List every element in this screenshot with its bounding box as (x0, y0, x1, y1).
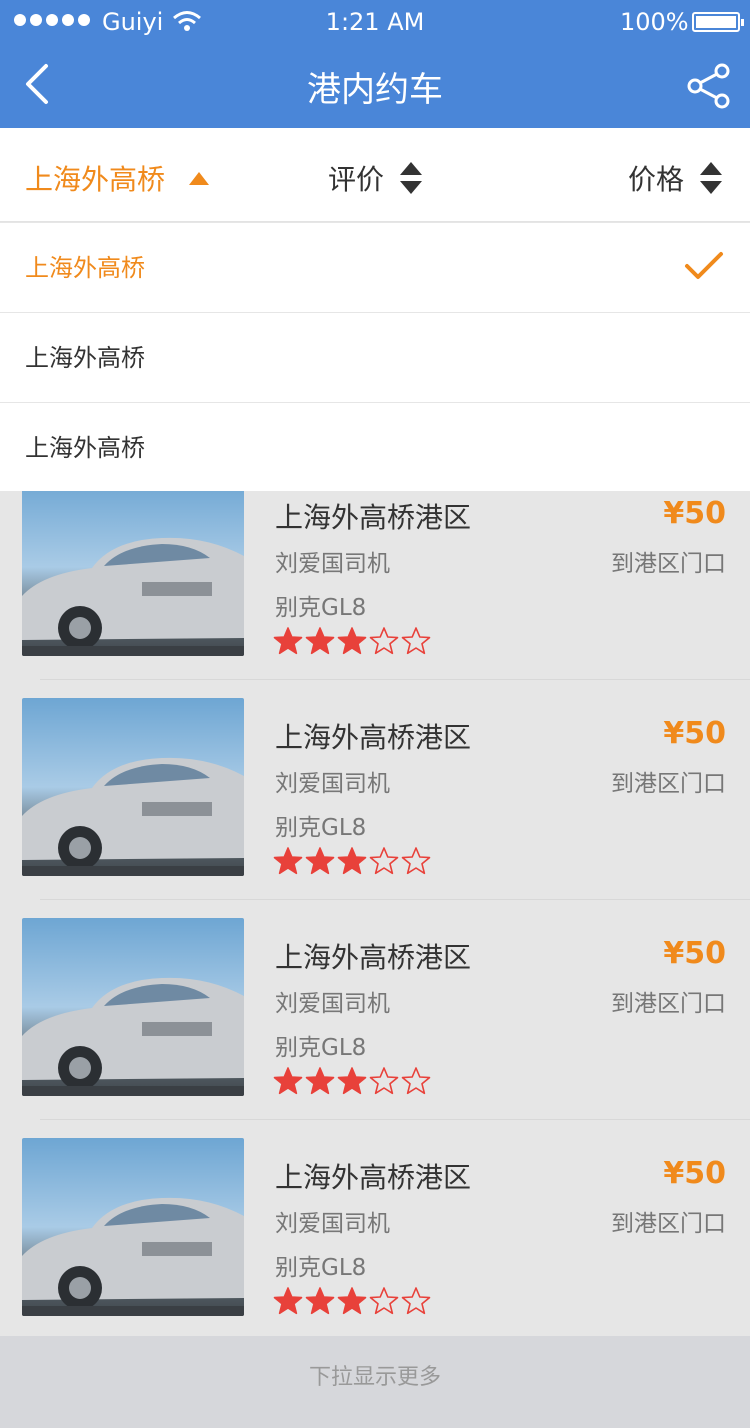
dropdown-option-label: 上海外高桥 (25, 254, 145, 282)
driver-name: 刘爱国司机 (275, 1211, 390, 1237)
star-filled-icon (305, 1287, 335, 1315)
page-title: 港内约车 (307, 70, 443, 110)
list-item[interactable]: 上海外高桥港区 ¥50 刘爱国司机 到港区门口 别克GL8 (0, 680, 750, 900)
load-more-hint: 下拉显示更多 (0, 1336, 750, 1428)
dropdown-option-label: 上海外高桥 (25, 434, 145, 462)
status-bar: Guiyi 1:21 AM 100% (0, 0, 750, 44)
list-item[interactable]: 上海外高桥港区 ¥50 刘爱国司机 到港区门口 别克GL8 (0, 1120, 750, 1336)
car-photo (22, 1138, 244, 1316)
star-filled-icon (305, 847, 335, 875)
filter-rating-label: 评价 (328, 163, 385, 196)
star-filled-icon (305, 627, 335, 655)
route-name: 上海外高桥港区 (275, 941, 472, 974)
battery-icon (692, 12, 744, 32)
filter-rating[interactable]: 评价 (328, 158, 423, 198)
driver-name: 刘爱国司机 (275, 991, 390, 1017)
star-empty-icon (369, 1287, 399, 1315)
share-icon[interactable] (686, 62, 732, 110)
filter-price-label: 价格 (628, 163, 685, 196)
route-name: 上海外高桥港区 (275, 1161, 472, 1194)
car-photo (22, 478, 244, 656)
star-empty-icon (401, 627, 431, 655)
nav-header: Guiyi 1:21 AM 100% 港内约车 (0, 0, 750, 128)
star-filled-icon (305, 1067, 335, 1095)
route-name: 上海外高桥港区 (275, 501, 472, 534)
car-photo (22, 918, 244, 1096)
rating-stars (273, 1066, 431, 1096)
dropdown-option-label: 上海外高桥 (25, 344, 145, 372)
dropdown-option[interactable]: 上海外高桥 (0, 403, 750, 491)
star-empty-icon (401, 1067, 431, 1095)
star-empty-icon (401, 1287, 431, 1315)
rating-stars (273, 846, 431, 876)
sort-icon (400, 162, 423, 194)
list-item[interactable]: 上海外高桥港区 ¥50 刘爱国司机 到港区门口 别克GL8 (0, 900, 750, 1120)
star-filled-icon (273, 1287, 303, 1315)
star-filled-icon (337, 1287, 367, 1315)
sort-icon (700, 162, 723, 194)
list-item[interactable]: 上海外高桥港区 ¥50 刘爱国司机 到港区门口 别克GL8 (0, 460, 750, 680)
car-model: 别克GL8 (275, 1255, 367, 1281)
car-model: 别克GL8 (275, 815, 367, 841)
car-list: 上海外高桥港区 ¥50 刘爱国司机 到港区门口 别克GL8 上海外高桥港区 ¥5… (0, 460, 750, 1336)
location-dropdown: 上海外高桥 上海外高桥 上海外高桥 (0, 223, 750, 491)
rating-stars (273, 626, 431, 656)
price: ¥50 (663, 936, 726, 971)
star-filled-icon (273, 627, 303, 655)
star-filled-icon (337, 627, 367, 655)
car-model: 别克GL8 (275, 595, 367, 621)
dropdown-option[interactable]: 上海外高桥 (0, 313, 750, 403)
filter-location-label: 上海外高桥 (25, 163, 166, 196)
driver-name: 刘爱国司机 (275, 551, 390, 577)
star-empty-icon (369, 627, 399, 655)
destination: 到港区门口 (611, 991, 726, 1017)
star-empty-icon (369, 1067, 399, 1095)
star-filled-icon (273, 1067, 303, 1095)
destination: 到港区门口 (611, 771, 726, 797)
star-filled-icon (337, 847, 367, 875)
rating-stars (273, 1286, 431, 1316)
destination: 到港区门口 (611, 1211, 726, 1237)
filter-bar: 上海外高桥 评价 价格 (0, 128, 750, 222)
driver-name: 刘爱国司机 (275, 771, 390, 797)
star-empty-icon (369, 847, 399, 875)
price: ¥50 (663, 1156, 726, 1191)
filter-location[interactable]: 上海外高桥 (25, 158, 210, 198)
car-model: 别克GL8 (275, 1035, 367, 1061)
dropdown-option[interactable]: 上海外高桥 (0, 223, 750, 313)
battery-percent: 100% (620, 8, 689, 36)
star-filled-icon (273, 847, 303, 875)
price: ¥50 (663, 716, 726, 751)
car-photo (22, 698, 244, 876)
star-empty-icon (401, 847, 431, 875)
check-icon (685, 252, 723, 279)
star-filled-icon (337, 1067, 367, 1095)
caret-up-icon (189, 171, 210, 185)
filter-price[interactable]: 价格 (628, 158, 723, 198)
destination: 到港区门口 (611, 551, 726, 577)
route-name: 上海外高桥港区 (275, 721, 472, 754)
price: ¥50 (663, 496, 726, 531)
